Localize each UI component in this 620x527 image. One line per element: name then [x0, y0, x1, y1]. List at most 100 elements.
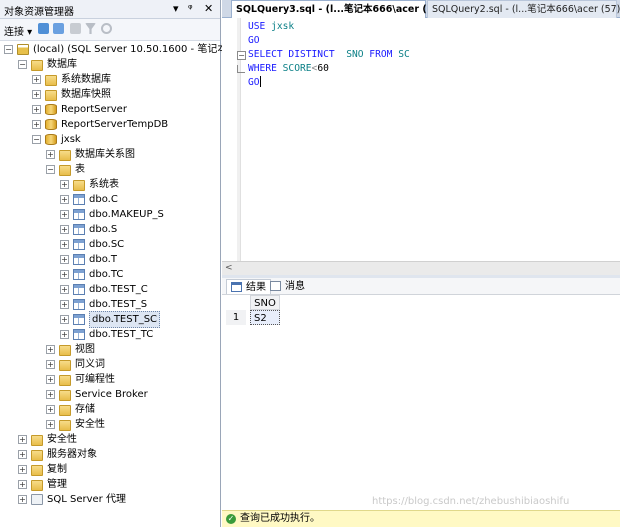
- result-cell[interactable]: S2: [250, 310, 280, 325]
- stop-icon[interactable]: [70, 23, 81, 36]
- expand-icon[interactable]: +: [32, 75, 41, 84]
- folder-icon: [31, 60, 43, 71]
- expand-icon[interactable]: +: [60, 240, 69, 249]
- expand-icon[interactable]: +: [46, 375, 55, 384]
- collapse-icon[interactable]: −: [46, 165, 55, 174]
- expand-icon[interactable]: +: [18, 495, 27, 504]
- sql-editor[interactable]: USE jxsk GO − SELECT DISTINCT SNO FROM SC WH…: [222, 18, 620, 261]
- tree-node-label[interactable]: SQL Server 代理: [47, 492, 126, 507]
- expand-icon[interactable]: +: [60, 315, 69, 324]
- tree-node-label[interactable]: 可编程性: [75, 372, 115, 387]
- tree-node-label[interactable]: jxsk: [61, 132, 81, 147]
- expand-icon[interactable]: +: [46, 345, 55, 354]
- expand-icon[interactable]: +: [60, 270, 69, 279]
- window-position-icon[interactable]: ▾: [173, 2, 179, 15]
- tab-sqlquery2[interactable]: SQLQuery2.sql - (l...笔记本666\acer (57))*: [427, 0, 620, 18]
- tree-node-label[interactable]: dbo.TEST_S: [89, 297, 147, 312]
- column-header-sno[interactable]: SNO: [250, 295, 280, 310]
- tree-node-label[interactable]: 系统数据库: [61, 72, 111, 87]
- watermark: https://blog.csdn.net/zhebushibiaoshifu: [372, 496, 570, 507]
- tree-node-label[interactable]: 系统表: [89, 177, 119, 192]
- auto-hide-pin-icon[interactable]: ᵠ: [188, 2, 193, 15]
- tree-node-label[interactable]: dbo.T: [89, 252, 117, 267]
- tab-sqlquery3[interactable]: SQLQuery3.sql - (l...笔记本666\acer (51))*: [231, 0, 454, 18]
- tree-node-label[interactable]: 数据库快照: [61, 87, 111, 102]
- expand-icon[interactable]: +: [60, 300, 69, 309]
- db-icon: [45, 119, 57, 130]
- expand-icon[interactable]: +: [46, 420, 55, 429]
- expand-icon[interactable]: +: [60, 195, 69, 204]
- tree-node-label[interactable]: 复制: [47, 462, 67, 477]
- tree-node-label[interactable]: dbo.MAKEUP_S: [89, 207, 164, 222]
- expand-icon[interactable]: +: [60, 330, 69, 339]
- connect-button[interactable]: 连接 ▾: [4, 23, 32, 38]
- expand-icon[interactable]: +: [46, 390, 55, 399]
- tree-node-label[interactable]: ReportServer: [61, 102, 127, 117]
- code-line[interactable]: GO: [248, 34, 260, 48]
- tree-node-label[interactable]: 数据库: [47, 57, 77, 72]
- connect-db-icon[interactable]: [38, 23, 49, 36]
- table-icon: [73, 269, 85, 280]
- tree-node-label[interactable]: 安全性: [47, 432, 77, 447]
- tree-node-label[interactable]: ReportServerTempDB: [61, 117, 168, 132]
- tree-node-label[interactable]: (local) (SQL Server 10.50.1600 - 笔记本666\: [33, 42, 250, 57]
- tree-node-label[interactable]: dbo.TEST_TC: [89, 327, 153, 342]
- scroll-left-icon[interactable]: <: [225, 262, 233, 275]
- tab-results[interactable]: 结果: [226, 279, 271, 294]
- expand-icon[interactable]: +: [32, 90, 41, 99]
- code-token: SELECT DISTINCT: [248, 49, 347, 60]
- tree-node-label[interactable]: dbo.TEST_SC: [89, 311, 161, 328]
- tree-node-label[interactable]: dbo.SC: [89, 237, 124, 252]
- fold-collapse-icon[interactable]: −: [237, 51, 246, 60]
- folder-icon: [45, 75, 57, 86]
- collapse-icon[interactable]: −: [32, 135, 41, 144]
- tree-node-label[interactable]: 存储: [75, 402, 95, 417]
- collapse-icon[interactable]: −: [4, 45, 13, 54]
- code-line[interactable]: SELECT DISTINCT SNO FROM SC: [248, 48, 410, 62]
- tree-node-label[interactable]: Service Broker: [75, 387, 148, 402]
- tree-node-label[interactable]: 数据库关系图: [75, 147, 135, 162]
- collapse-icon[interactable]: −: [18, 60, 27, 69]
- disconnect-icon[interactable]: [53, 23, 64, 36]
- tree-node-label[interactable]: dbo.TEST_C: [89, 282, 148, 297]
- expand-icon[interactable]: +: [46, 360, 55, 369]
- close-icon[interactable]: ✕: [204, 2, 213, 15]
- expand-icon[interactable]: +: [32, 105, 41, 114]
- row-number[interactable]: 1: [226, 310, 246, 325]
- expand-icon[interactable]: +: [60, 210, 69, 219]
- expand-icon[interactable]: +: [60, 285, 69, 294]
- expand-icon[interactable]: +: [18, 435, 27, 444]
- horizontal-scrollbar[interactable]: <: [222, 261, 620, 275]
- code-line[interactable]: WHERE SCORE<60: [248, 62, 329, 76]
- expand-icon[interactable]: +: [32, 120, 41, 129]
- filter-icon[interactable]: [85, 23, 96, 36]
- code-token: WHERE: [248, 63, 283, 74]
- expand-icon[interactable]: +: [18, 480, 27, 489]
- expand-icon[interactable]: +: [18, 465, 27, 474]
- code-line[interactable]: GO: [248, 76, 261, 90]
- tab-messages[interactable]: 消息: [266, 279, 309, 294]
- expand-icon[interactable]: +: [60, 180, 69, 189]
- tree-node-label[interactable]: dbo.S: [89, 222, 117, 237]
- tree-node-label[interactable]: 表: [75, 162, 85, 177]
- tree-node-label[interactable]: 服务器对象: [47, 447, 97, 462]
- expand-icon[interactable]: +: [46, 150, 55, 159]
- tree-node-label[interactable]: 管理: [47, 477, 67, 492]
- folder-icon: [45, 90, 57, 101]
- tree-node-label[interactable]: 安全性: [75, 417, 105, 432]
- tree-node-label[interactable]: dbo.TC: [89, 267, 123, 282]
- refresh-icon[interactable]: [101, 23, 112, 36]
- tree-node-label[interactable]: 视图: [75, 342, 95, 357]
- tab-results-label: 结果: [246, 282, 266, 293]
- results-tabs: 结果 消息: [222, 278, 620, 295]
- code-line[interactable]: USE jxsk: [248, 20, 294, 34]
- code-token: 60: [317, 63, 329, 74]
- expand-icon[interactable]: +: [60, 225, 69, 234]
- object-explorer-toolbar: 连接 ▾: [0, 19, 220, 41]
- tree-node-label[interactable]: 同义词: [75, 357, 105, 372]
- server-icon: [17, 44, 29, 55]
- expand-icon[interactable]: +: [60, 255, 69, 264]
- tree-node-label[interactable]: dbo.C: [89, 192, 118, 207]
- expand-icon[interactable]: +: [46, 405, 55, 414]
- expand-icon[interactable]: +: [18, 450, 27, 459]
